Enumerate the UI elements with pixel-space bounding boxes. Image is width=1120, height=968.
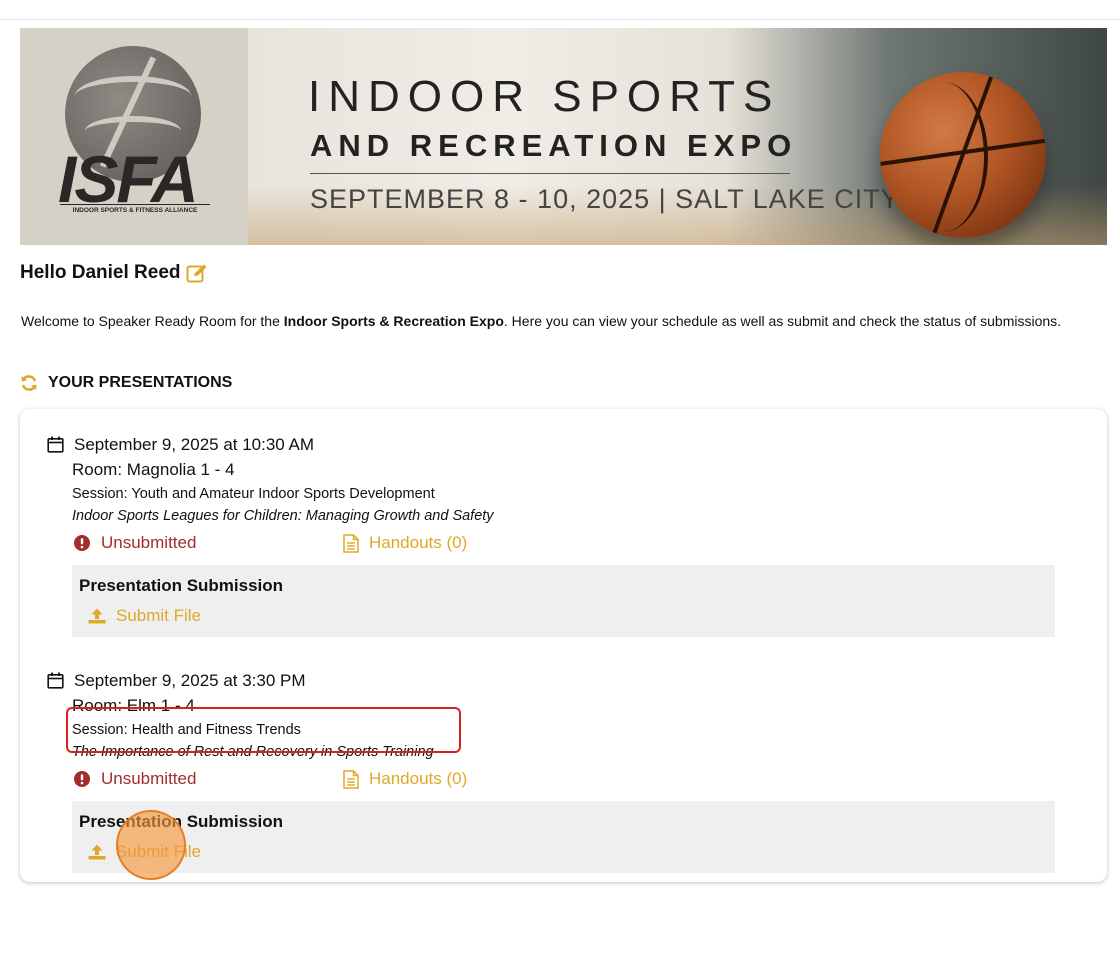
edit-icon[interactable] (186, 263, 208, 283)
handouts-link[interactable]: Handouts (0) (343, 533, 467, 553)
greeting-text: Hello Daniel Reed (20, 262, 181, 283)
status-badge: Unsubmitted (74, 769, 196, 789)
handouts-label: Handouts (0) (369, 769, 468, 788)
isfa-logo: ISFA INDOOR SPORTS & FITNESS ALLIANCE (20, 28, 248, 245)
handouts-link[interactable]: Handouts (0) (343, 769, 467, 789)
alert-icon (74, 771, 90, 787)
presentations-heading: YOUR PRESENTATIONS (20, 374, 232, 392)
calendar-icon (47, 672, 64, 689)
greeting: Hello Daniel Reed (20, 262, 208, 284)
submission-panel: Presentation Submission Submit File (72, 565, 1055, 637)
welcome-message: Welcome to Speaker Ready Room for the In… (21, 313, 1062, 329)
event-banner: ISFA INDOOR SPORTS & FITNESS ALLIANCE IN… (20, 28, 1107, 245)
click-indicator (116, 810, 186, 880)
highlight-box (66, 707, 461, 753)
document-icon (343, 769, 359, 789)
submit-file-label: Submit File (116, 606, 202, 625)
upload-icon (88, 844, 106, 860)
submit-file-button[interactable]: Submit File (88, 606, 201, 626)
alert-icon (74, 535, 90, 551)
handouts-label: Handouts (0) (369, 533, 468, 552)
presentation-session: Session: Youth and Amateur Indoor Sports… (72, 486, 435, 502)
event-name: Indoor Sports & Recreation Expo (283, 313, 504, 329)
calendar-icon (47, 436, 64, 453)
refresh-icon[interactable] (20, 374, 38, 392)
presentation-title: Indoor Sports Leagues for Children: Mana… (72, 508, 494, 524)
status-badge: Unsubmitted (74, 533, 196, 553)
section-title: YOUR PRESENTATIONS (48, 374, 233, 391)
status-text: Unsubmitted (101, 769, 197, 788)
submission-title: Presentation Submission (79, 576, 284, 595)
banner-divider (310, 173, 790, 174)
banner-subtitle: AND RECREATION EXPO (310, 128, 798, 163)
status-text: Unsubmitted (101, 533, 197, 552)
presentations-card: September 9, 2025 at 10:30 AM Room: Magn… (20, 409, 1107, 882)
top-divider (0, 19, 1120, 20)
presentation-datetime: September 9, 2025 at 3:30 PM (74, 671, 306, 690)
presentation-room: Room: Magnolia 1 - 4 (72, 460, 235, 479)
logo-text: ISFA (58, 142, 199, 216)
banner-date: SEPTEMBER 8 - 10, 2025 | SALT LAKE CITY (310, 184, 900, 214)
basketball-image (880, 72, 1046, 238)
document-icon (343, 533, 359, 553)
banner-title: INDOOR SPORTS (308, 72, 781, 121)
submission-panel: Presentation Submission Submit File (72, 801, 1055, 873)
logo-subtext: INDOOR SPORTS & FITNESS ALLIANCE (60, 204, 210, 214)
presentation-datetime: September 9, 2025 at 10:30 AM (74, 435, 315, 454)
upload-icon (88, 608, 106, 624)
